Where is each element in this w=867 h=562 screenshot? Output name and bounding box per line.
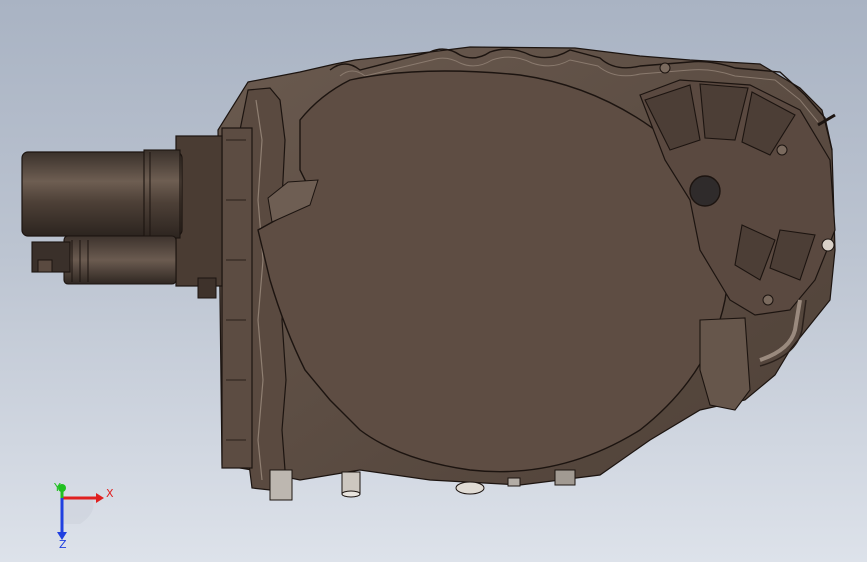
lower-bracket bbox=[699, 317, 751, 411]
connector-pin bbox=[37, 259, 53, 273]
y-axis-label: Y bbox=[53, 481, 61, 494]
bolt-hole-3 bbox=[762, 294, 774, 306]
3d-model-view[interactable] bbox=[0, 0, 867, 562]
axis-triad: X Y Z bbox=[53, 481, 114, 548]
bolt-hole-2 bbox=[821, 238, 835, 252]
connector-cylinder bbox=[63, 235, 177, 285]
motor-flange bbox=[175, 135, 223, 287]
triad-shadow bbox=[62, 498, 94, 524]
z-axis-label: Z bbox=[59, 538, 67, 548]
shaft-hole bbox=[689, 175, 721, 207]
x-axis-arrow bbox=[96, 493, 104, 503]
motor-end-cap bbox=[143, 149, 181, 239]
mount-block bbox=[221, 127, 253, 469]
bolt-hole-4 bbox=[659, 62, 671, 74]
x-axis-label: X bbox=[106, 487, 114, 500]
bolt-hole-1 bbox=[776, 144, 788, 156]
graphics-viewport[interactable]: X Y Z bbox=[0, 0, 867, 562]
motor-flange-tab bbox=[197, 277, 217, 299]
